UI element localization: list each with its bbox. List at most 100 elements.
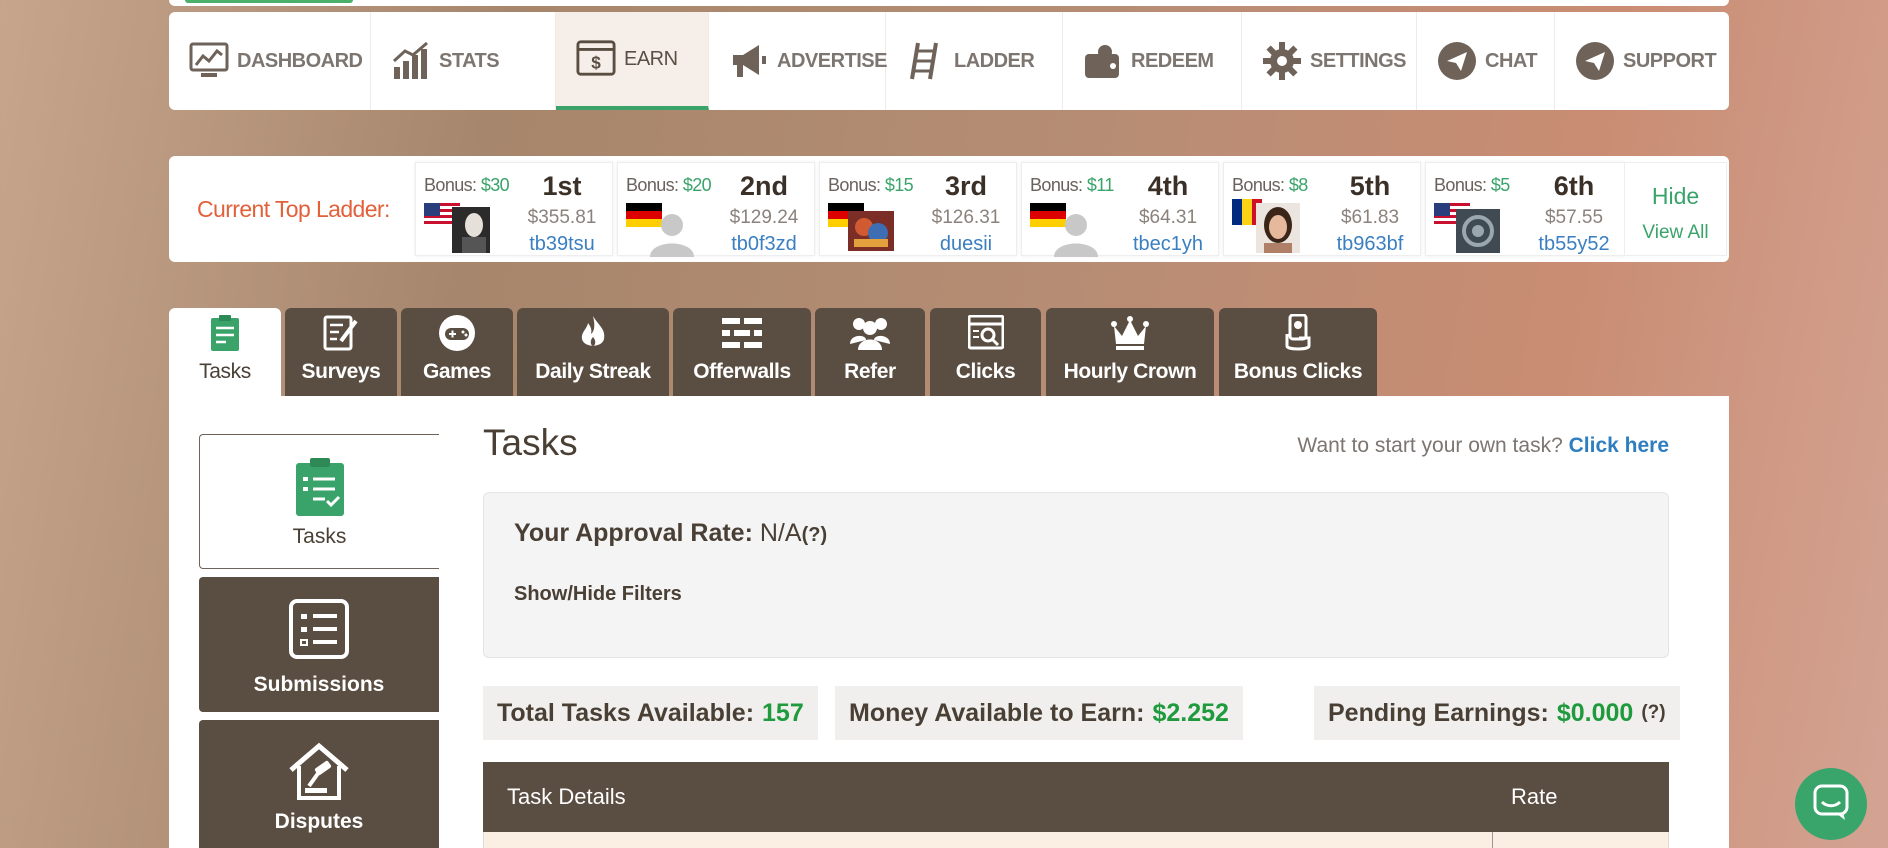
- sidebar-item-submissions[interactable]: Submissions: [199, 577, 439, 712]
- nav-label: STATS: [439, 49, 500, 72]
- ladder-amount: $64.31: [1138, 207, 1198, 228]
- flame-icon: [517, 308, 669, 352]
- pending-earnings-stat: Pending Earnings: $0.000 (?): [1314, 686, 1680, 740]
- table-row[interactable]: [483, 832, 1669, 848]
- approval-rate: Your Approval Rate: N/A(?): [514, 519, 828, 547]
- tasks-table-header: Task Details Rate: [483, 762, 1669, 832]
- gavel-house-icon: [199, 720, 439, 802]
- tab-tasks[interactable]: Tasks: [169, 308, 281, 398]
- ladder-username[interactable]: tb963bf: [1320, 233, 1420, 256]
- ladder-bonus: Bonus: $11: [1030, 175, 1114, 195]
- tab-games[interactable]: Games: [401, 308, 513, 396]
- ladder-title: Current Top Ladder:: [197, 196, 390, 222]
- tab-label: Surveys: [301, 360, 381, 383]
- ladder-amount: $61.83: [1340, 207, 1400, 228]
- paper-plane-icon: [1575, 41, 1615, 81]
- nav-advertise[interactable]: ADVERTISE: [709, 12, 887, 110]
- ladder-username[interactable]: tb55y52: [1524, 233, 1624, 256]
- ladder-icon: [906, 41, 946, 81]
- nav-label: SUPPORT: [1623, 49, 1717, 72]
- tab-clicks[interactable]: Clicks: [930, 308, 1041, 396]
- nav-redeem[interactable]: REDEEM: [1063, 12, 1242, 110]
- user-avatar: [1256, 203, 1300, 253]
- nav-chat[interactable]: CHAT: [1417, 12, 1555, 110]
- tab-label: Games: [422, 360, 492, 383]
- ladder-card[interactable]: Bonus: $15 3rd $126.31 duesii: [819, 162, 1017, 256]
- sidebar-item-label: Disputes: [274, 810, 364, 833]
- nav-ladder[interactable]: LADDER: [886, 12, 1063, 110]
- ladder-rank: 3rd: [944, 171, 988, 201]
- ladder-username[interactable]: tb0f3zd: [714, 233, 814, 256]
- ladder-username[interactable]: tbec1yh: [1118, 233, 1218, 256]
- ladder-view-all-link[interactable]: View All: [1625, 222, 1726, 244]
- ladder-username[interactable]: duesii: [916, 233, 1016, 256]
- ladder-card[interactable]: Bonus: $30 1st $355.81 tb39tsu: [415, 162, 613, 256]
- ladder-username[interactable]: tb39tsu: [512, 233, 612, 256]
- show-hide-filters-toggle[interactable]: Show/Hide Filters: [514, 583, 682, 606]
- col-task-details[interactable]: Task Details: [507, 784, 626, 810]
- clipboard-icon: [169, 308, 281, 352]
- gamepad-icon: [401, 308, 513, 352]
- top-ladder: Current Top Ladder: Bonus: $30 1st $355.…: [169, 156, 1729, 262]
- user-avatar: [1456, 209, 1500, 253]
- nav-label: ADVERTISE: [777, 49, 887, 72]
- ladder-controls: Hide View All: [1624, 162, 1727, 256]
- ladder-rank: 1st: [542, 171, 582, 201]
- nav-stats[interactable]: STATS: [371, 12, 556, 110]
- tab-surveys[interactable]: Surveys: [285, 308, 397, 396]
- chat-bubble-icon: [1813, 784, 1849, 825]
- money-available-stat: Money Available to Earn: $2.252: [835, 686, 1243, 740]
- ladder-card[interactable]: Bonus: $11 4th $64.31 tbec1yh: [1021, 162, 1219, 257]
- sidebar-item-label: Tasks: [292, 525, 347, 548]
- ladder-bonus: Bonus: $30: [424, 175, 510, 195]
- pending-help-link[interactable]: (?): [1641, 702, 1665, 724]
- nav-earn[interactable]: $ EARN: [556, 12, 709, 110]
- tab-label: Clicks: [955, 360, 1016, 383]
- stats-icon: [391, 41, 431, 81]
- nav-label: EARN: [624, 47, 678, 70]
- sidebar-item-tasks[interactable]: Tasks: [199, 434, 439, 569]
- nav-support[interactable]: SUPPORT: [1555, 12, 1729, 110]
- clipboard-icon: [200, 435, 439, 517]
- top-strip: [169, 0, 1729, 6]
- tab-label: Offerwalls: [693, 360, 791, 383]
- tab-label: Refer: [844, 360, 896, 383]
- col-rate[interactable]: Rate: [1511, 784, 1557, 810]
- chat-launcher-button[interactable]: [1795, 768, 1867, 840]
- tab-label: Daily Streak: [535, 360, 651, 383]
- ladder-amount: $355.81: [527, 207, 597, 228]
- list-icon: [199, 577, 439, 659]
- sidebar-item-disputes[interactable]: Disputes: [199, 720, 439, 848]
- nav-label: DASHBOARD: [237, 49, 363, 72]
- default-avatar-icon: [648, 211, 694, 257]
- tab-offerwalls[interactable]: Offerwalls: [673, 308, 811, 396]
- main-content: Tasks Submissions Disputes Tasks Want to…: [169, 396, 1729, 848]
- tab-daily-streak[interactable]: Daily Streak: [517, 308, 669, 396]
- users-icon: [815, 308, 925, 352]
- ladder-card[interactable]: Bonus: $20 2nd $129.24 tb0f3zd: [617, 162, 815, 257]
- svg-text:$: $: [591, 53, 601, 73]
- default-avatar-icon: [1052, 211, 1098, 257]
- own-task-link[interactable]: Click here: [1569, 434, 1669, 457]
- ladder-card[interactable]: Bonus: $8 5th $61.83 tb963bf: [1223, 162, 1421, 256]
- tab-hourly-crown[interactable]: Hourly Crown: [1046, 308, 1214, 396]
- ladder-amount: $57.55: [1544, 207, 1604, 228]
- tab-bonus-clicks[interactable]: Bonus Clicks: [1219, 308, 1377, 396]
- sidebar-item-label: Submissions: [253, 673, 385, 696]
- nav-settings[interactable]: SETTINGS: [1242, 12, 1417, 110]
- nav-dashboard[interactable]: DASHBOARD: [169, 12, 371, 110]
- nav-label: SETTINGS: [1310, 49, 1407, 72]
- ladder-bonus: Bonus: $5: [1434, 175, 1510, 195]
- crown-icon: [1046, 308, 1214, 352]
- ladder-hide-link[interactable]: Hide: [1625, 183, 1726, 210]
- top-progress-accent: [185, 0, 353, 3]
- page-title: Tasks: [483, 422, 578, 463]
- nav-label: REDEEM: [1131, 49, 1214, 72]
- dashboard-icon: [189, 41, 229, 81]
- approval-help-link[interactable]: (?): [802, 524, 828, 546]
- tab-label: Bonus Clicks: [1233, 360, 1363, 383]
- ladder-rank: 6th: [1553, 171, 1595, 201]
- ladder-card[interactable]: Bonus: $5 6th $57.55 tb55y52: [1425, 162, 1625, 256]
- tab-refer[interactable]: Refer: [815, 308, 925, 396]
- tab-label: Hourly Crown: [1063, 360, 1197, 383]
